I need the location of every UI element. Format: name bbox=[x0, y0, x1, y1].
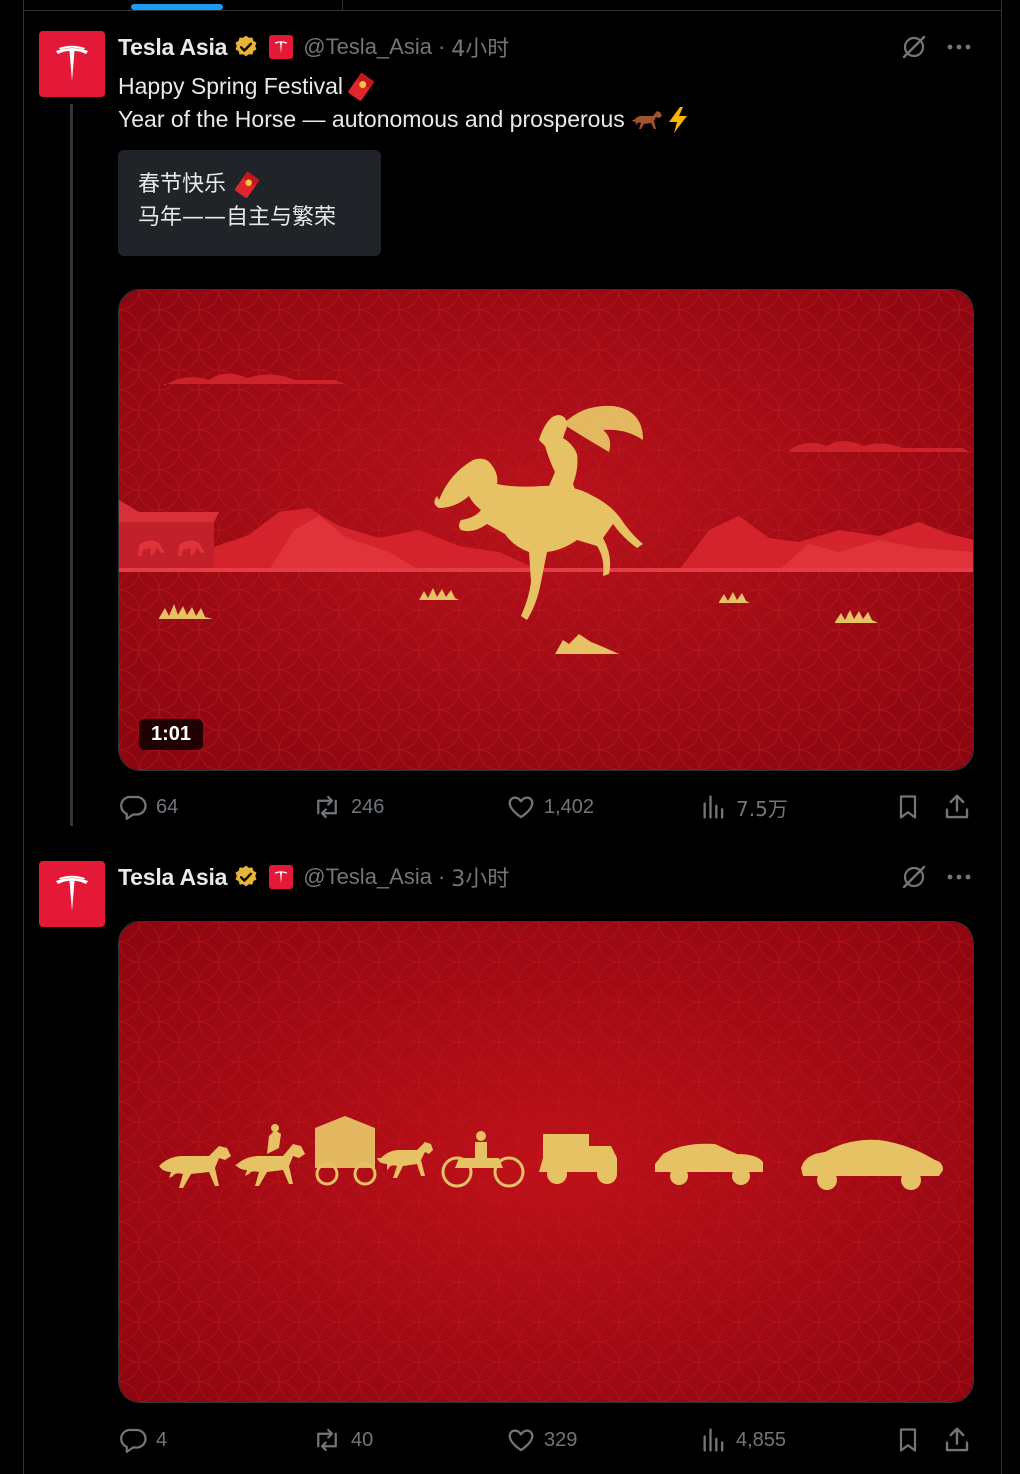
more-options-icon[interactable] bbox=[944, 32, 974, 62]
horse-icon bbox=[631, 110, 662, 129]
reply-icon bbox=[120, 1428, 147, 1453]
reply-button[interactable]: 64 bbox=[118, 791, 178, 823]
share-button[interactable] bbox=[942, 1424, 972, 1456]
views-count: 7.5万 bbox=[736, 796, 788, 821]
views-count: 4,855 bbox=[736, 1428, 787, 1451]
tesla-affiliate-badge-icon[interactable] bbox=[269, 35, 294, 59]
share-icon bbox=[945, 1427, 969, 1452]
lightning-icon bbox=[668, 106, 687, 133]
tweet-text-line-1: Happy Spring Festival bbox=[118, 73, 343, 99]
separator-dot: · bbox=[437, 34, 446, 59]
top-divider bbox=[24, 10, 1002, 11]
repost-count: 246 bbox=[351, 795, 385, 818]
grok-icon[interactable] bbox=[899, 32, 929, 62]
tesla-affiliate-badge-icon[interactable] bbox=[269, 865, 294, 889]
translation-line-2: 马年——自主与繁荣 bbox=[138, 205, 337, 230]
analytics-icon bbox=[703, 795, 724, 819]
tweet-text-line-2: Year of the Horse — autonomous and prosp… bbox=[118, 106, 625, 132]
timestamp[interactable]: 3小时 bbox=[451, 861, 509, 893]
gold-verified-badge-icon[interactable] bbox=[233, 864, 259, 890]
reply-count: 64 bbox=[156, 795, 179, 818]
reply-icon bbox=[120, 795, 147, 820]
reply-count: 4 bbox=[156, 1428, 168, 1451]
bookmark-button[interactable] bbox=[894, 791, 922, 823]
tab-divider bbox=[342, 0, 343, 10]
avatar[interactable] bbox=[39, 31, 105, 97]
views-button[interactable]: 4,855 bbox=[700, 1424, 786, 1456]
repost-icon bbox=[317, 1428, 337, 1452]
heart-icon bbox=[508, 1429, 534, 1452]
like-button[interactable]: 1,402 bbox=[506, 791, 594, 823]
tweet-header: Tesla Asia @Tesla_Asia · 3小时 bbox=[118, 861, 509, 893]
tweet-text: Happy Spring Festival Year of the Horse … bbox=[118, 70, 691, 136]
repost-icon bbox=[317, 795, 337, 819]
bookmark-icon bbox=[899, 1428, 917, 1452]
author-name[interactable]: Tesla Asia bbox=[118, 34, 227, 61]
gold-verified-badge-icon[interactable] bbox=[233, 34, 259, 60]
analytics-icon bbox=[703, 1428, 724, 1452]
tweet-actions: 4 40 329 4,855 bbox=[118, 1424, 978, 1456]
video-player[interactable]: 1:01 bbox=[118, 289, 974, 771]
more-options-icon[interactable] bbox=[944, 862, 974, 892]
views-button[interactable]: 7.5万 bbox=[700, 791, 788, 823]
timestamp[interactable]: 4小时 bbox=[451, 31, 509, 63]
author-name[interactable]: Tesla Asia bbox=[118, 864, 227, 891]
like-count: 329 bbox=[544, 1428, 578, 1451]
share-button[interactable] bbox=[942, 791, 972, 823]
author-handle[interactable]: @Tesla_Asia bbox=[303, 864, 432, 890]
separator-dot: · bbox=[437, 864, 446, 889]
horse-to-car-evolution-illustration bbox=[119, 922, 973, 1402]
tweet-image[interactable] bbox=[118, 921, 974, 1403]
like-count: 1,402 bbox=[544, 795, 595, 818]
repost-count: 40 bbox=[351, 1428, 374, 1451]
tesla-logo-icon bbox=[56, 875, 88, 911]
tesla-logo-icon bbox=[56, 45, 88, 81]
bookmark-button[interactable] bbox=[894, 1424, 922, 1456]
active-tab-indicator bbox=[131, 4, 223, 10]
grok-icon[interactable] bbox=[899, 862, 929, 892]
bookmark-icon bbox=[899, 795, 917, 819]
like-button[interactable]: 329 bbox=[506, 1424, 577, 1456]
repost-button[interactable]: 246 bbox=[311, 791, 384, 823]
translation-line-1: 春节快乐 bbox=[138, 172, 227, 197]
reply-button[interactable]: 4 bbox=[118, 1424, 167, 1456]
share-icon bbox=[945, 794, 969, 819]
author-handle[interactable]: @Tesla_Asia bbox=[303, 34, 432, 60]
avatar[interactable] bbox=[39, 861, 105, 927]
tweet-header: Tesla Asia @Tesla_Asia · 4小时 bbox=[118, 31, 509, 63]
left-column-border bbox=[0, 0, 24, 1474]
right-column-border bbox=[1001, 0, 1002, 1474]
tweet-actions: 64 246 1,402 7.5万 bbox=[118, 791, 978, 823]
repost-button[interactable]: 40 bbox=[311, 1424, 373, 1456]
heart-icon bbox=[508, 796, 534, 819]
horse-rider-illustration bbox=[119, 290, 973, 770]
translation-box: 春节快乐 马年——自主与繁荣 bbox=[118, 150, 381, 256]
red-envelope-icon bbox=[235, 170, 260, 198]
red-envelope-icon bbox=[348, 72, 375, 101]
thread-connector-line bbox=[70, 104, 73, 826]
video-duration: 1:01 bbox=[139, 719, 204, 750]
